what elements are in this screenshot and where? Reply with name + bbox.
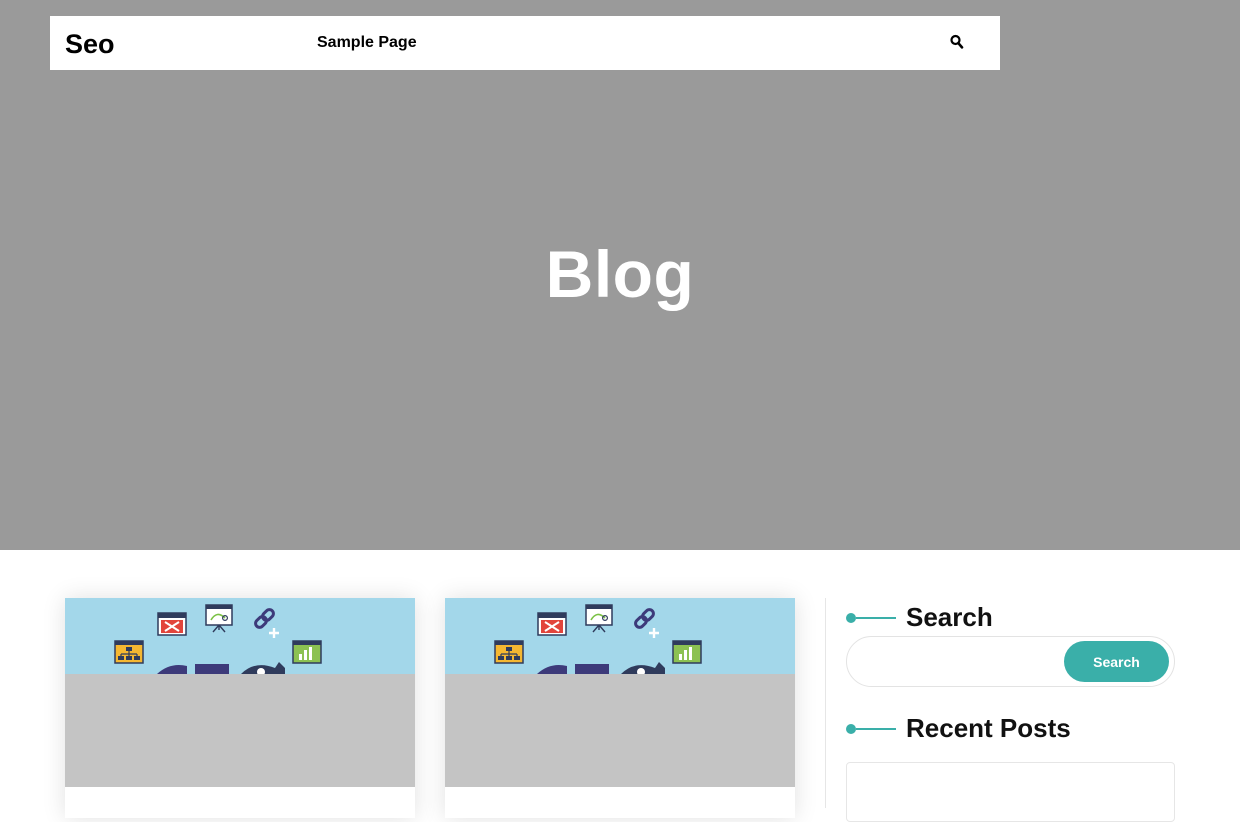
post-card[interactable] — [445, 598, 795, 818]
heading-accent-line — [856, 727, 896, 730]
page-title: Blog — [545, 237, 695, 311]
search-button[interactable]: Search — [1064, 641, 1169, 682]
recent-posts-list — [846, 762, 1175, 822]
post-card[interactable] — [65, 598, 415, 818]
recent-posts-heading: Recent Posts — [846, 713, 1071, 744]
search-input[interactable] — [861, 647, 1061, 677]
presentation-board-icon — [205, 604, 233, 633]
recent-posts-title: Recent Posts — [906, 713, 1071, 743]
browser-wrench-icon — [157, 612, 187, 636]
seo-illustration — [114, 604, 322, 674]
heading-accent-line — [856, 616, 896, 619]
bar-chart-window-icon — [672, 640, 702, 664]
heading-accent-dot — [846, 612, 856, 623]
browser-wrench-icon — [537, 612, 567, 636]
sitemap-window-icon — [114, 640, 144, 664]
link-plus-icon — [634, 608, 659, 638]
sidebar-divider — [825, 598, 826, 808]
site-header: Seo Sample Page — [50, 16, 1000, 70]
post-thumbnail[interactable] — [65, 598, 415, 787]
search-widget-heading: Search — [846, 602, 993, 633]
presentation-board-icon — [585, 604, 613, 633]
bar-chart-window-icon — [292, 640, 322, 664]
link-plus-icon — [254, 608, 279, 638]
heading-accent-dot — [846, 723, 856, 734]
seo-illustration — [494, 604, 702, 674]
search-icon[interactable] — [950, 34, 966, 52]
nav-item-sample-page[interactable]: Sample Page — [317, 34, 417, 52]
sidebar-search-form: Search — [846, 636, 1175, 687]
search-widget-title: Search — [906, 602, 993, 632]
site-title-link[interactable]: Seo — [65, 29, 115, 60]
sitemap-window-icon — [494, 640, 524, 664]
post-thumbnail[interactable] — [445, 598, 795, 787]
